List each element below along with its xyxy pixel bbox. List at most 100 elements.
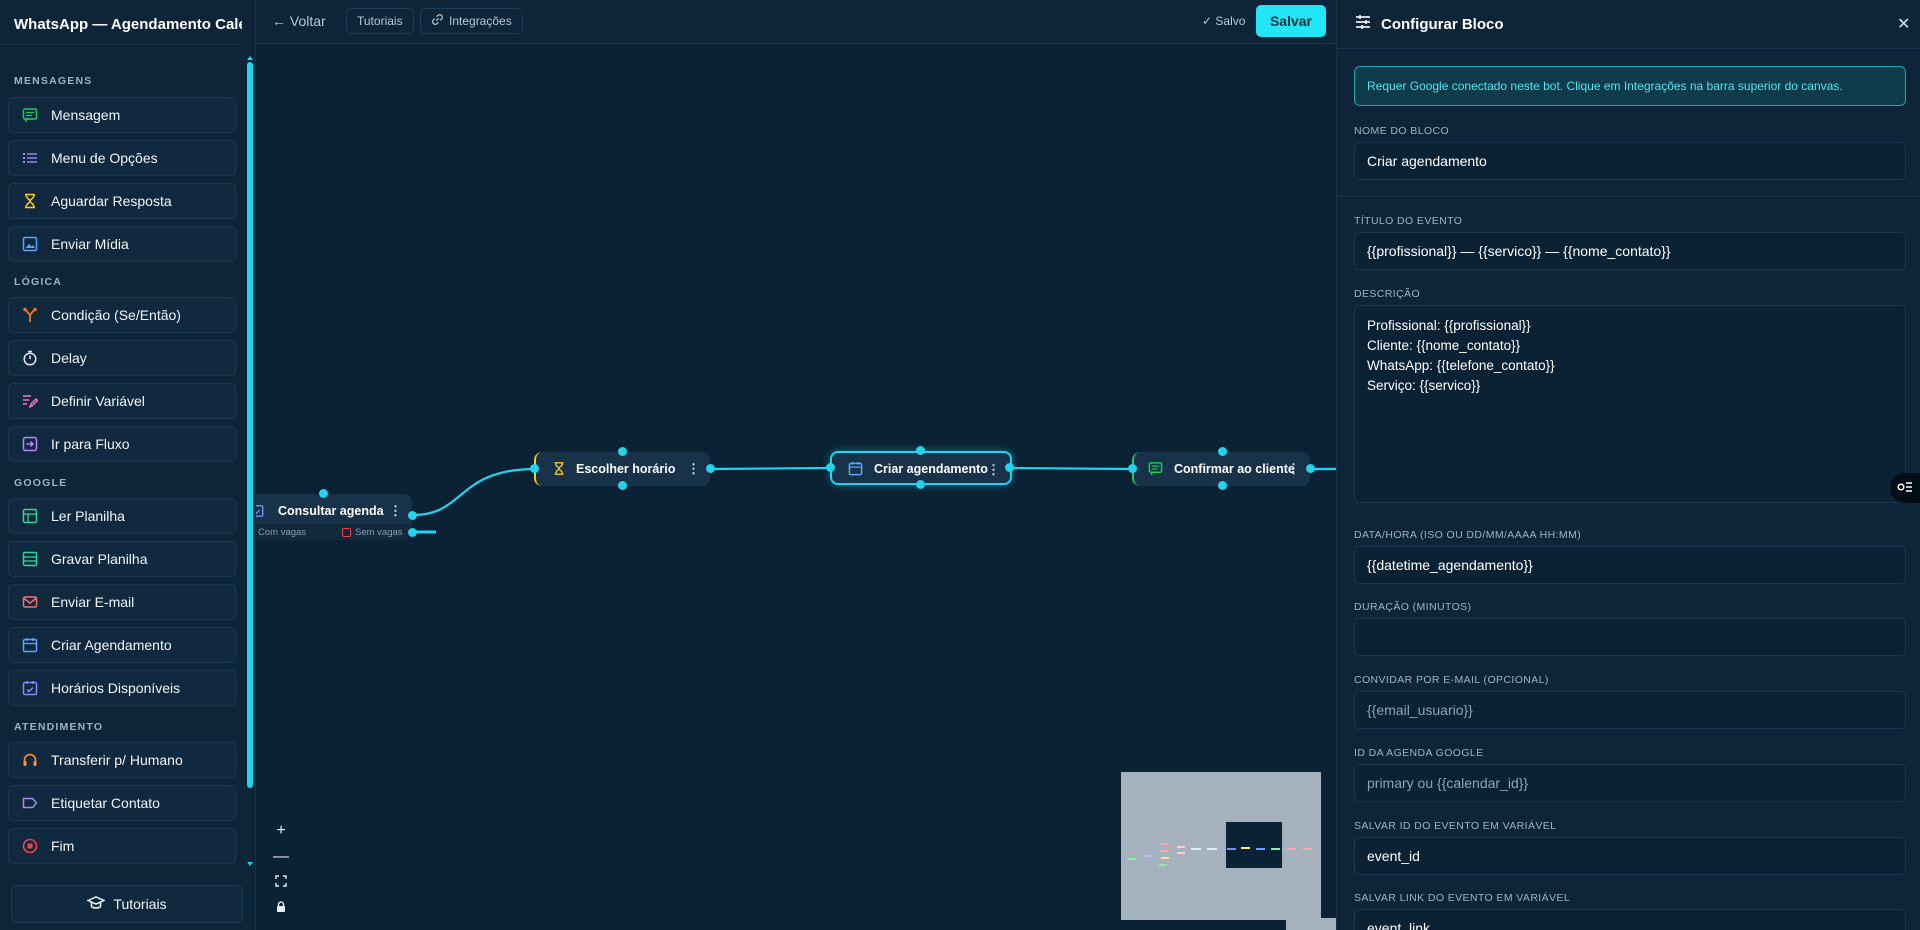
palette-item-criar-agendamento[interactable]: Criar Agendamento [8,627,236,663]
calendar-icon [848,461,863,481]
node-top-port[interactable] [916,446,925,455]
saved-status: ✓ Salvo [1202,14,1246,28]
palette-item-ir-para-fluxo[interactable]: Ir para Fluxo [8,426,236,462]
google-required-alert: Requer Google conectado neste bot. Cliqu… [1354,66,1906,106]
palette-item-fim[interactable]: Fim [8,828,236,864]
minimap-node [1161,850,1169,852]
description-textarea[interactable]: Profissional: {{profissional}} Cliente: … [1354,305,1906,503]
sheet-write-icon [21,550,39,568]
event-title-input[interactable] [1354,232,1906,270]
node-label: Consultar agenda [278,504,384,518]
node-input-port[interactable] [530,464,539,473]
palette-item-etiquetar-contato[interactable]: Etiquetar Contato [8,785,236,821]
top-bar: ← Voltar Tutoriais Integrações ✓ Salvo S… [256,0,1336,44]
hourglass-icon [552,461,566,481]
palette-item-horarios-disponiveis[interactable]: Horários Disponíveis [8,670,236,706]
node-output-port-sem-vagas[interactable] [408,528,417,537]
palette-item-aguardar-resposta[interactable]: Aguardar Resposta [8,183,236,219]
palette-item-condicao[interactable]: Condição (Se/Então) [8,297,236,333]
save-button[interactable]: Salvar [1256,5,1326,37]
node-menu-icon[interactable]: ⋮ [987,462,1000,478]
calendar-check-icon [256,503,264,523]
node-bottom-port[interactable] [1218,481,1227,490]
palette-scrollbar[interactable] [247,62,253,788]
node-output-port[interactable] [408,511,417,520]
palette-item-label: Etiquetar Contato [51,795,160,811]
palette-item-enviar-midia[interactable]: Enviar Mídia [8,226,236,262]
palette-item-ler-planilha[interactable]: Ler Planilha [8,498,236,534]
event-title-label: TÍTULO DO EVENTO [1354,215,1463,227]
block-name-input[interactable] [1354,142,1906,180]
node-menu-icon[interactable]: ⋮ [389,503,402,519]
calendar-id-input[interactable] [1354,764,1906,802]
headset-icon [21,751,39,769]
lock-button[interactable] [270,898,292,920]
node-top-port[interactable] [1218,447,1227,456]
event-id-var-input[interactable] [1354,837,1906,875]
integrations-pill[interactable]: Integrações [420,8,523,34]
node-input-port[interactable] [319,489,328,498]
calendar-icon [21,636,39,654]
palette-item-enviar-email[interactable]: Enviar E-mail [8,584,236,620]
tutorials-label: Tutoriais [113,896,167,912]
palette-item-label: Enviar E-mail [51,594,135,610]
node-menu-icon[interactable]: ⋮ [1287,461,1300,477]
tag-icon [21,794,39,812]
close-icon[interactable]: ✕ [1897,14,1910,34]
node-label: Criar agendamento [874,462,988,476]
node-output-port[interactable] [706,464,715,473]
zoom-out-button[interactable]: — [270,846,292,868]
node-input-port[interactable] [1128,464,1137,473]
scroll-up-arrow[interactable] [247,56,253,60]
minimap-node [1241,847,1250,849]
palette-item-delay[interactable]: Delay [8,340,236,376]
minimap-node [1159,864,1167,866]
palette-item-mensagem[interactable]: Mensagem [8,97,236,133]
minimap-viewport[interactable] [1226,822,1282,868]
floating-variables-button[interactable] [1890,473,1920,503]
event-link-var-input[interactable] [1354,909,1906,930]
node-menu-icon[interactable]: ⋮ [687,461,700,477]
minimap-node [1127,858,1136,860]
minimap-node [1143,855,1153,857]
node-input-port[interactable] [826,463,835,472]
palette-item-label: Fim [51,838,75,854]
goto-flow-icon [21,435,39,453]
edit-variable-icon [21,392,39,410]
node-output-port[interactable] [1005,463,1014,472]
tutorials-pill[interactable]: Tutoriais [346,8,414,34]
image-icon [21,235,39,253]
zoom-in-button[interactable]: + [270,820,292,842]
duration-input[interactable] [1354,618,1906,656]
fit-view-button[interactable] [270,872,292,894]
node-bottom-port[interactable] [916,480,925,489]
invite-email-input[interactable] [1354,691,1906,729]
datetime-input[interactable] [1354,546,1906,584]
palette-item-label: Gravar Planilha [51,551,148,567]
palette-item-transferir-humano[interactable]: Transferir p/ Humano [8,742,236,778]
panel-divider [1337,196,1920,197]
palette-item-definir-variavel[interactable]: Definir Variável [8,383,236,419]
palette-item-menu-opcoes[interactable]: Menu de Opções [8,140,236,176]
flow-canvas[interactable]: Consultar agenda ⋮ Com vagas Sem vagas E… [256,44,1336,930]
palette-item-label: Criar Agendamento [51,637,172,653]
invite-email-label: CONVIDAR POR E-MAIL (OPCIONAL) [1354,674,1549,686]
hourglass-icon [21,192,39,210]
minimap[interactable] [1121,772,1321,920]
back-link[interactable]: ← Voltar [272,13,326,29]
node-consultar-agenda[interactable]: Consultar agenda ⋮ [256,494,412,528]
node-top-port[interactable] [618,447,627,456]
list-icon [21,149,39,167]
section-label-mensagens: MENSAGENS [14,75,93,87]
lock-icon [276,900,286,918]
output-marker-sem-vagas [342,528,351,537]
tutorials-button[interactable]: Tutoriais [11,885,243,923]
palette-item-label: Transferir p/ Humano [51,752,183,768]
palette-item-gravar-planilha[interactable]: Gravar Planilha [8,541,236,577]
panel-header: Configurar Bloco [1355,14,1504,34]
scroll-down-arrow[interactable] [247,862,253,866]
panel-divider [1337,48,1920,49]
node-output-port[interactable] [1306,464,1315,473]
node-bottom-port[interactable] [618,481,627,490]
palette-item-label: Definir Variável [51,393,145,409]
